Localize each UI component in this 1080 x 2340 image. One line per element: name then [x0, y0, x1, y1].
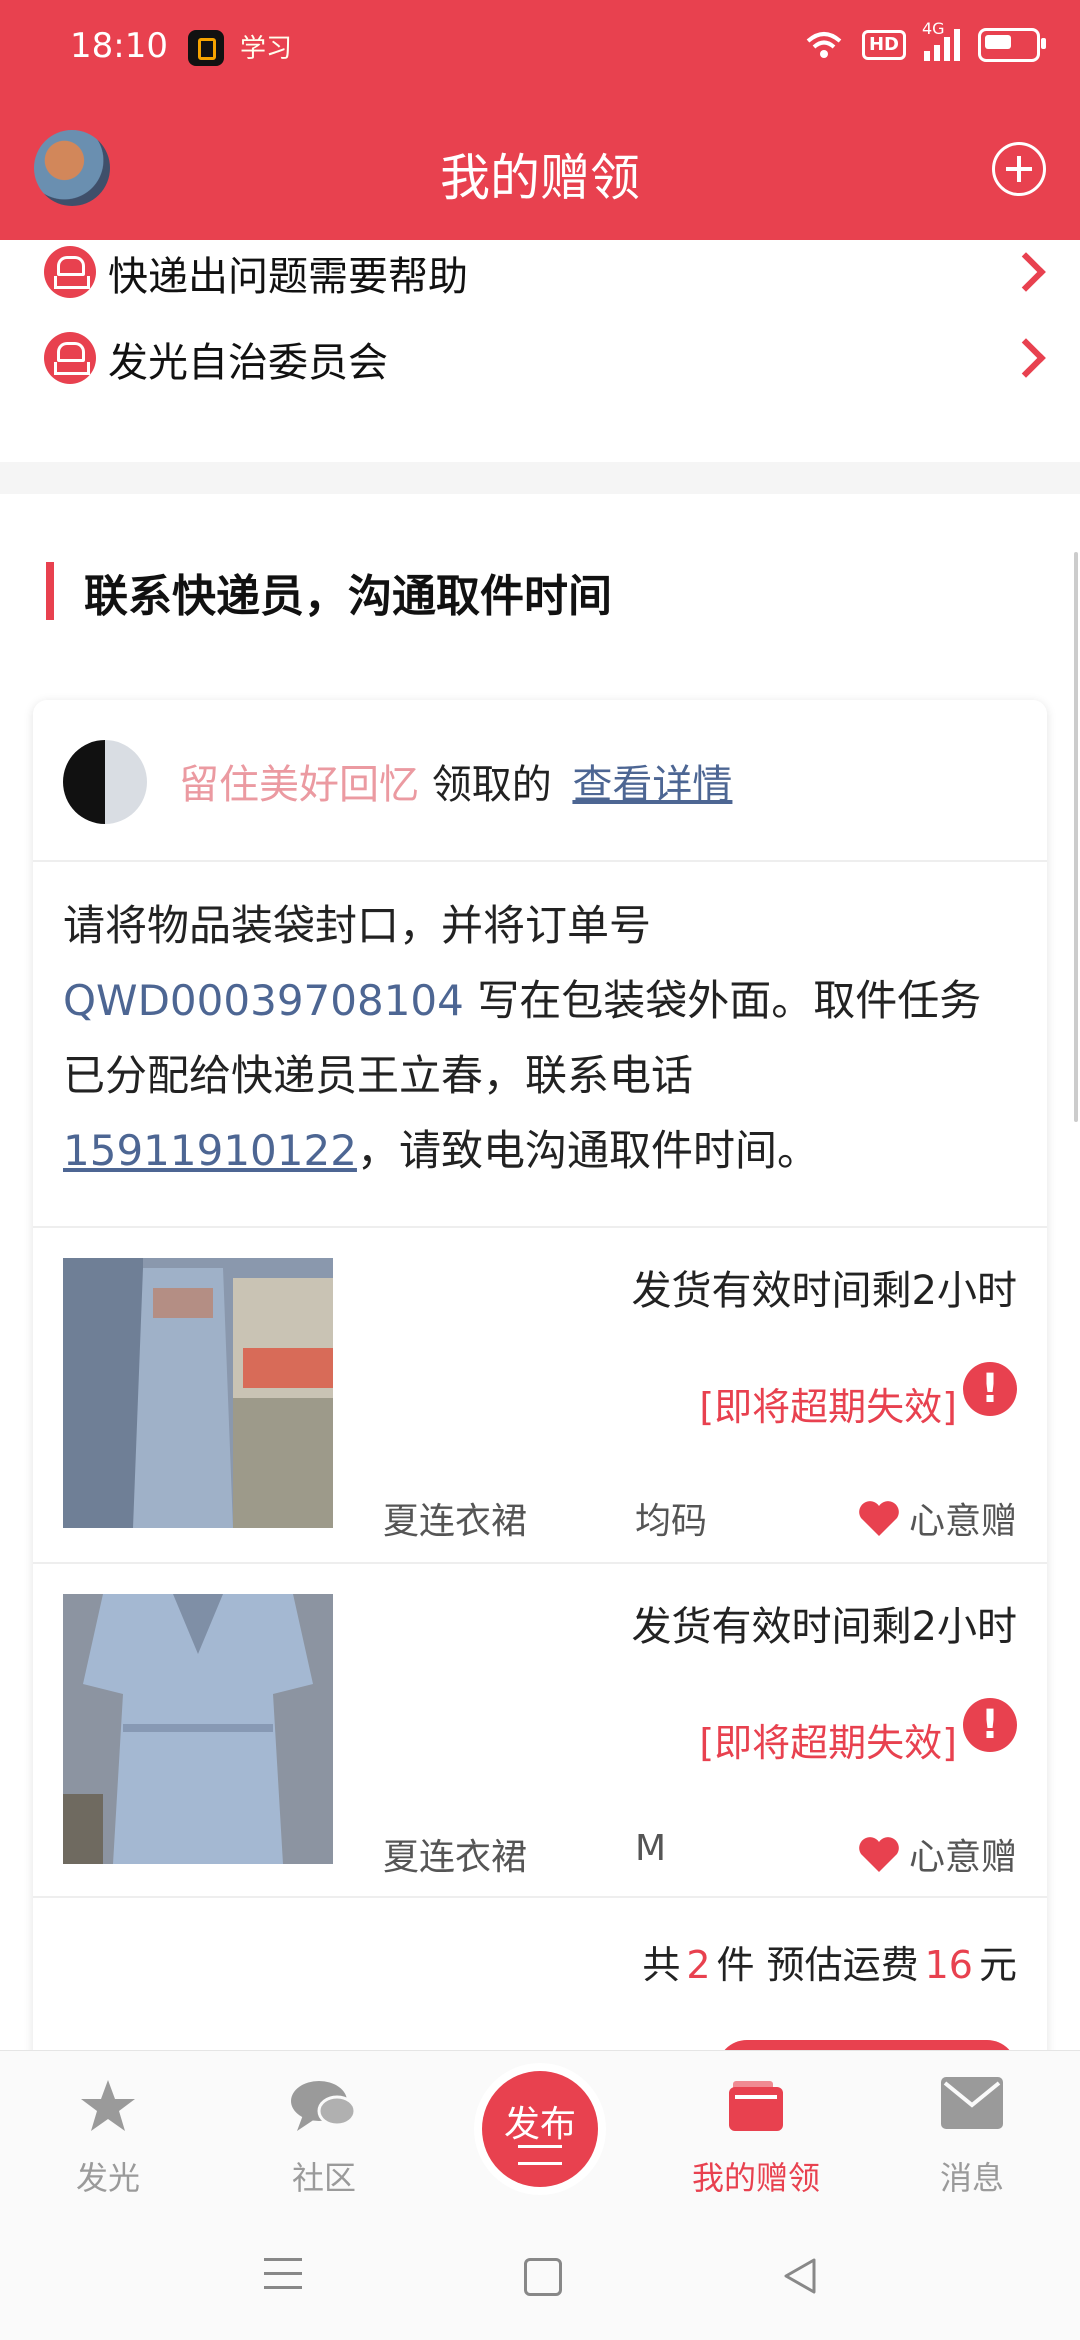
order-number: QWD00039708104	[63, 976, 464, 1025]
battery-icon	[978, 28, 1046, 62]
courier-icon	[44, 246, 96, 298]
summary-text: 共2件 预估运费 16 元	[642, 1934, 1017, 1989]
card-header: 留住美好回忆 领取的 查看详情	[33, 700, 1047, 862]
tab-label: 消息	[939, 2159, 1004, 2197]
tab-label: 发光	[75, 2159, 140, 2197]
menu-item-label: 快递出问题需要帮助	[108, 254, 468, 300]
scroll-content[interactable]: 快递出问题需要帮助 发光自治委员会 联系快递员，沟通取件时间 留住美好回忆 领取…	[0, 240, 1080, 2050]
item-name: 夏连衣裙	[383, 1501, 528, 1542]
chat-bubbles-icon	[291, 2081, 357, 2131]
heart-icon	[859, 1837, 899, 1872]
heart-icon	[859, 1501, 899, 1536]
section-title: 联系快递员，沟通取件时间	[46, 560, 612, 624]
item-row[interactable]: 发货有效时间剩2小时 [即将超期失效] ! 夏连衣裙 均码 心意赠	[33, 1226, 1047, 1562]
courier-phone-link[interactable]: 15911910122	[63, 1126, 357, 1175]
tab-community[interactable]: 社区	[216, 2051, 432, 2217]
publish-button[interactable]: 发布	[482, 2071, 598, 2187]
item-count: 2	[686, 1943, 711, 1987]
tab-messages[interactable]: 消息	[864, 2051, 1080, 2217]
order-card: 留住美好回忆 领取的 查看详情 请将物品装袋封口，并将订单号 QWD000397…	[33, 700, 1047, 2050]
chevron-right-icon	[1006, 252, 1046, 292]
star-icon	[81, 2080, 135, 2131]
tab-my-gifts[interactable]: 我的赠领	[648, 2051, 864, 2217]
card-header-text: 留住美好回忆 领取的 查看详情	[179, 752, 732, 810]
giver-avatar[interactable]	[63, 740, 147, 824]
item-size: M	[635, 1828, 667, 1869]
gift-type: 心意赠	[908, 1837, 1017, 1878]
notice-text-1: 请将物品装袋封口，并将订单号	[63, 901, 652, 950]
gift-type: 心意赠	[908, 1501, 1017, 1542]
bottom-tab-bar: 发光 社区 发布 我的赠领 消息	[0, 2050, 1080, 2217]
chevron-right-icon	[1006, 338, 1046, 378]
back-button[interactable]	[782, 2256, 818, 2296]
action-text: 领取的	[431, 762, 552, 808]
summary-prefix: 共	[642, 1943, 681, 1987]
cell-signal-icon: 4G	[922, 19, 960, 61]
menu-item-express-help[interactable]: 快递出问题需要帮助	[0, 242, 1080, 342]
scrollbar[interactable]	[1074, 552, 1078, 1122]
view-details-link[interactable]: 查看详情	[572, 762, 732, 808]
app-header: 我的赠领	[0, 96, 1080, 240]
status-bar: 18:10 学习 HD 4G	[0, 0, 1080, 96]
pickup-section: 联系快递员，沟通取件时间 留住美好回忆 领取的 查看详情 请将物品装袋封口，并将…	[0, 494, 1080, 2050]
menu-item-label: 发光自治委员会	[108, 340, 388, 386]
wifi-icon	[806, 32, 842, 58]
publish-label: 发布	[503, 2104, 576, 2145]
order-summary: 共2件 预估运费 16 元	[33, 1896, 1047, 2016]
ship-deadline: 发货有效时间剩2小时	[631, 1268, 1017, 1314]
tab-glow[interactable]: 发光	[0, 2051, 216, 2217]
home-button[interactable]	[524, 2258, 562, 2296]
expiry-warning: [即将超期失效]	[699, 1385, 957, 1429]
help-menu: 快递出问题需要帮助 发光自治委员会	[0, 240, 1080, 462]
action-button-partial[interactable]	[717, 2040, 1017, 2050]
ship-deadline: 发货有效时间剩2小时	[631, 1604, 1017, 1650]
recents-menu-button[interactable]	[264, 2258, 302, 2290]
shipping-fee: 16	[924, 1943, 973, 1987]
summary-suffix: 元	[978, 1943, 1017, 1987]
alert-icon: !	[963, 1698, 1017, 1752]
notification-app-icon	[188, 30, 224, 66]
pickup-notice: 请将物品装袋封口，并将订单号 QWD00039708104 写在包装袋外面。取件…	[63, 888, 1013, 1188]
network-type-label: 4G	[922, 19, 945, 38]
alert-icon: !	[963, 1362, 1017, 1416]
item-photo	[63, 1594, 333, 1864]
menu-item-committee[interactable]: 发光自治委员会	[0, 328, 1080, 428]
item-name: 夏连衣裙	[383, 1837, 528, 1878]
tab-label: 社区	[291, 2159, 356, 2197]
hd-badge: HD	[861, 30, 906, 60]
item-size: 均码	[635, 1501, 708, 1542]
giver-name[interactable]: 留住美好回忆	[179, 762, 419, 808]
item-photo	[63, 1258, 333, 1528]
status-time: 18:10	[70, 26, 168, 66]
tab-label: 我的赠领	[691, 2159, 820, 2197]
item-row[interactable]: 发货有效时间剩2小时 [即将超期失效] ! 夏连衣裙 M 心意赠	[33, 1562, 1047, 1898]
system-nav-bar	[0, 2216, 1080, 2340]
page-title: 我的赠领	[440, 149, 640, 207]
mail-icon	[941, 2077, 1003, 2129]
notice-text-3: ，请致电沟通取件时间。	[356, 1126, 819, 1175]
add-circle-button[interactable]	[992, 142, 1046, 196]
notification-study-icon: 学习	[240, 34, 293, 64]
expiry-warning: [即将超期失效]	[699, 1721, 957, 1765]
summary-mid: 件 预估运费	[716, 1943, 919, 1987]
wallet-icon	[729, 2081, 783, 2131]
publish-icon	[518, 2145, 562, 2165]
courier-icon	[44, 332, 96, 384]
